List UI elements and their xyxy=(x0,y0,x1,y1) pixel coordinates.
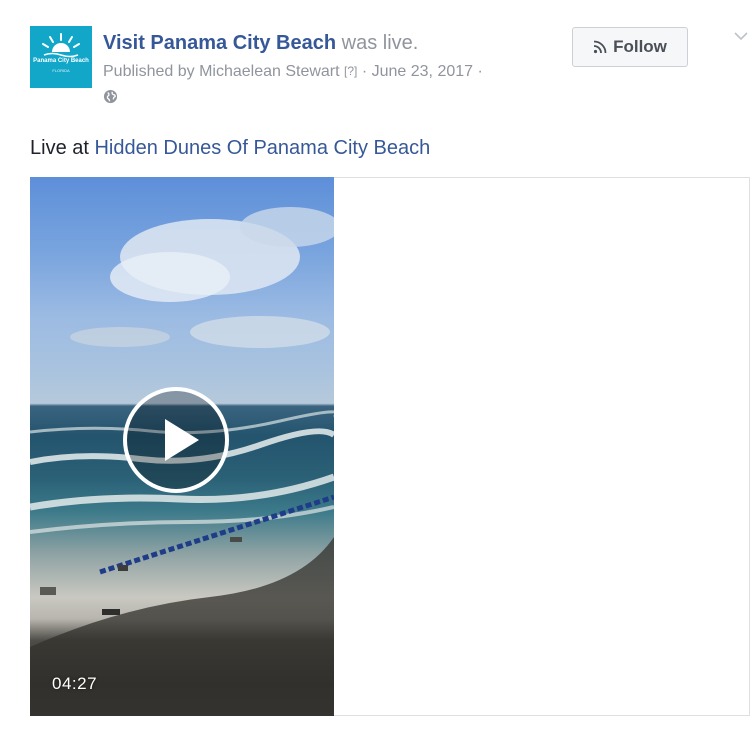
live-video-post: Panama City Beach FLORIDA Visit Panama C… xyxy=(0,0,753,729)
follow-button[interactable]: Follow xyxy=(572,27,688,67)
page-avatar[interactable]: Panama City Beach FLORIDA xyxy=(30,26,92,88)
post-caption: Live at Hidden Dunes Of Panama City Beac… xyxy=(30,134,430,162)
post-date-link[interactable]: June 23, 2017 xyxy=(372,63,473,80)
rss-icon xyxy=(593,40,607,54)
published-by-label: Published by xyxy=(103,63,200,80)
video-duration: 04:27 xyxy=(52,674,98,693)
meta-separator: · xyxy=(361,63,368,80)
meta-separator: · xyxy=(477,63,483,80)
page-name-link[interactable]: Visit Panama City Beach xyxy=(103,32,336,54)
video-player[interactable]: 04:27 xyxy=(30,177,334,716)
play-icon xyxy=(165,419,199,461)
caption-prefix: Live at xyxy=(30,137,95,159)
globe-icon[interactable] xyxy=(103,89,118,104)
play-button[interactable] xyxy=(123,387,229,493)
follow-label: Follow xyxy=(613,37,667,56)
post-meta: Published by Michaelean Stewart [?] · Ju… xyxy=(103,60,563,83)
location-link[interactable]: Hidden Dunes Of Panama City Beach xyxy=(94,137,430,159)
sun-logo-icon xyxy=(42,33,80,58)
chevron-down-icon[interactable] xyxy=(733,30,749,42)
avatar-logo-subtext: FLORIDA xyxy=(52,68,70,73)
was-live-text: was live. xyxy=(341,32,419,54)
post-header: Visit Panama City Beach was live. Publis… xyxy=(103,30,563,109)
privacy-row xyxy=(103,83,563,109)
help-link[interactable]: [?] xyxy=(344,64,357,78)
avatar-logo-text: Panama City Beach xyxy=(33,58,89,64)
post-title: Visit Panama City Beach was live. xyxy=(103,30,563,56)
publisher-name[interactable]: Michaelean Stewart xyxy=(199,63,340,80)
